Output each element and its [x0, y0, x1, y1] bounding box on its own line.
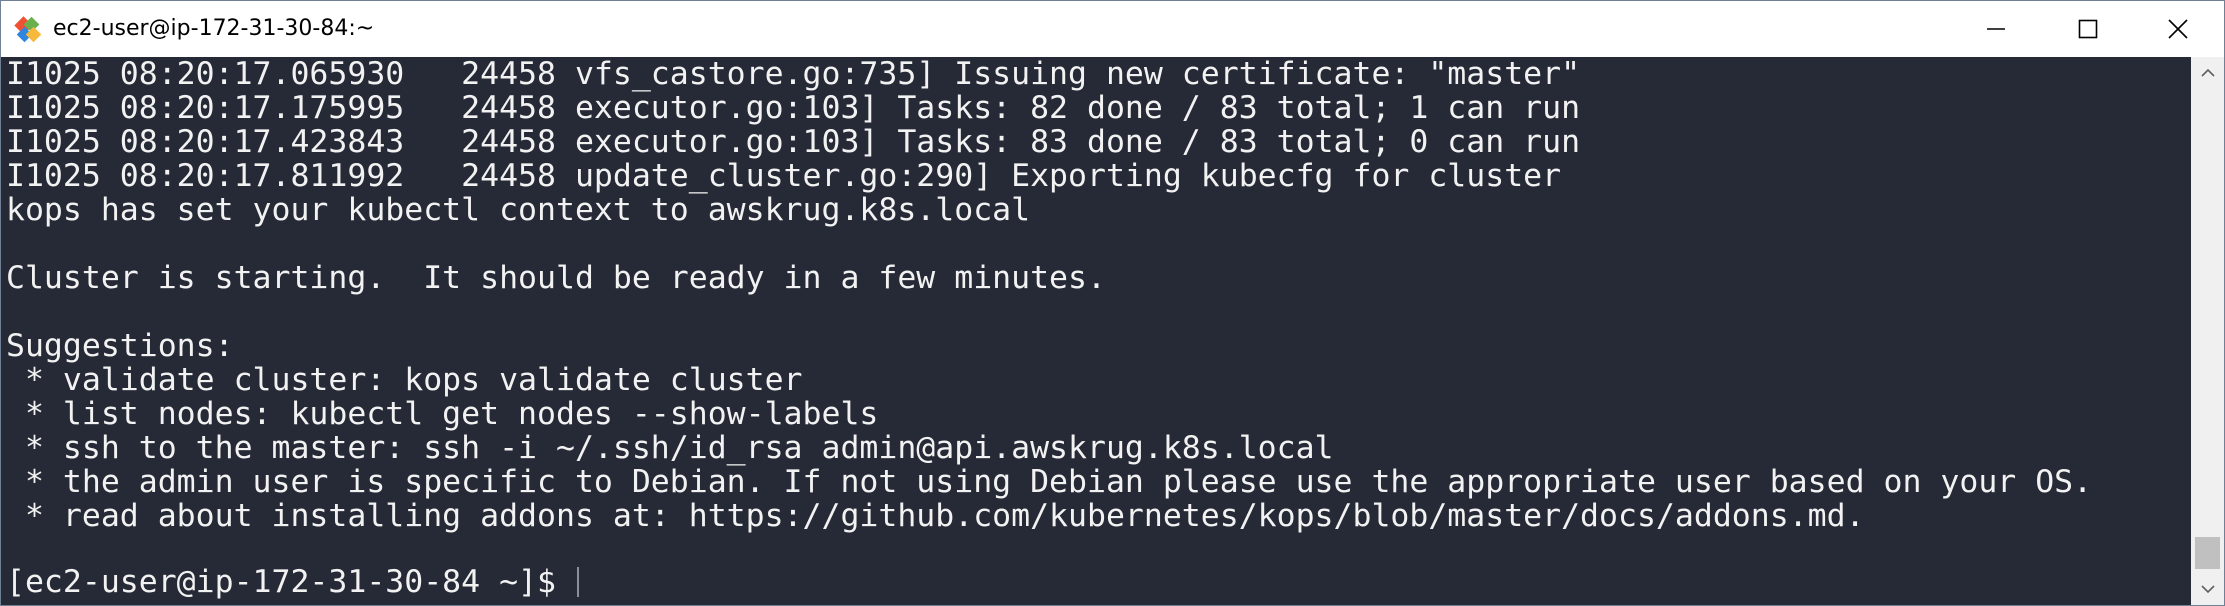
output-line: Cluster is starting. It should be ready …: [6, 260, 1106, 296]
vertical-scrollbar[interactable]: [2191, 57, 2224, 605]
minimize-icon: [1987, 28, 2005, 30]
prompt-text: [ec2-user@ip-172-31-30-84 ~]$: [6, 564, 575, 600]
output-line: * list nodes: kubectl get nodes --show-l…: [6, 396, 879, 432]
output-line: * read about installing addons at: https…: [6, 498, 1865, 534]
output-line: * the admin user is specific to Debian. …: [6, 464, 2093, 500]
maximize-button[interactable]: [2042, 1, 2134, 57]
output-line: I1025 08:20:17.065930 24458 vfs_castore.…: [6, 57, 1581, 92]
scroll-down-button[interactable]: [2191, 573, 2224, 605]
scroll-thumb[interactable]: [2195, 537, 2220, 569]
output-line: * validate cluster: kops validate cluste…: [6, 362, 803, 398]
output-line: Suggestions:: [6, 328, 234, 364]
terminal-output[interactable]: I1025 08:20:17.065930 24458 vfs_castore.…: [1, 57, 2191, 605]
output-lines: I1025 08:20:17.065930 24458 vfs_castore.…: [6, 57, 2092, 567]
window-title: ec2-user@ip-172-31-30-84:~: [53, 16, 375, 41]
title-bar[interactable]: ec2-user@ip-172-31-30-84:~: [1, 1, 2224, 57]
output-line: I1025 08:20:17.175995 24458 executor.go:…: [6, 90, 1581, 126]
output-line: I1025 08:20:17.811992 24458 update_clust…: [6, 158, 1562, 194]
maximize-icon: [2078, 19, 2098, 39]
terminal-window: ec2-user@ip-172-31-30-84:~ I1025 08:20:1…: [0, 0, 2225, 606]
arrow-down-icon: [2200, 585, 2215, 594]
output-line: kops has set your kubectl context to aws…: [6, 192, 1031, 228]
command-prompt[interactable]: [ec2-user@ip-172-31-30-84 ~]$: [6, 565, 579, 599]
minimize-button[interactable]: [1950, 1, 2042, 57]
close-button[interactable]: [2132, 1, 2224, 57]
output-line: I1025 08:20:17.423843 24458 executor.go:…: [6, 124, 1581, 160]
arrow-up-icon: [2200, 68, 2215, 77]
scroll-up-button[interactable]: [2191, 57, 2224, 89]
git-bash-icon[interactable]: [13, 15, 43, 45]
text-cursor: [576, 567, 579, 597]
close-icon: [2168, 19, 2188, 39]
output-line: * ssh to the master: ssh -i ~/.ssh/id_rs…: [6, 430, 1334, 466]
